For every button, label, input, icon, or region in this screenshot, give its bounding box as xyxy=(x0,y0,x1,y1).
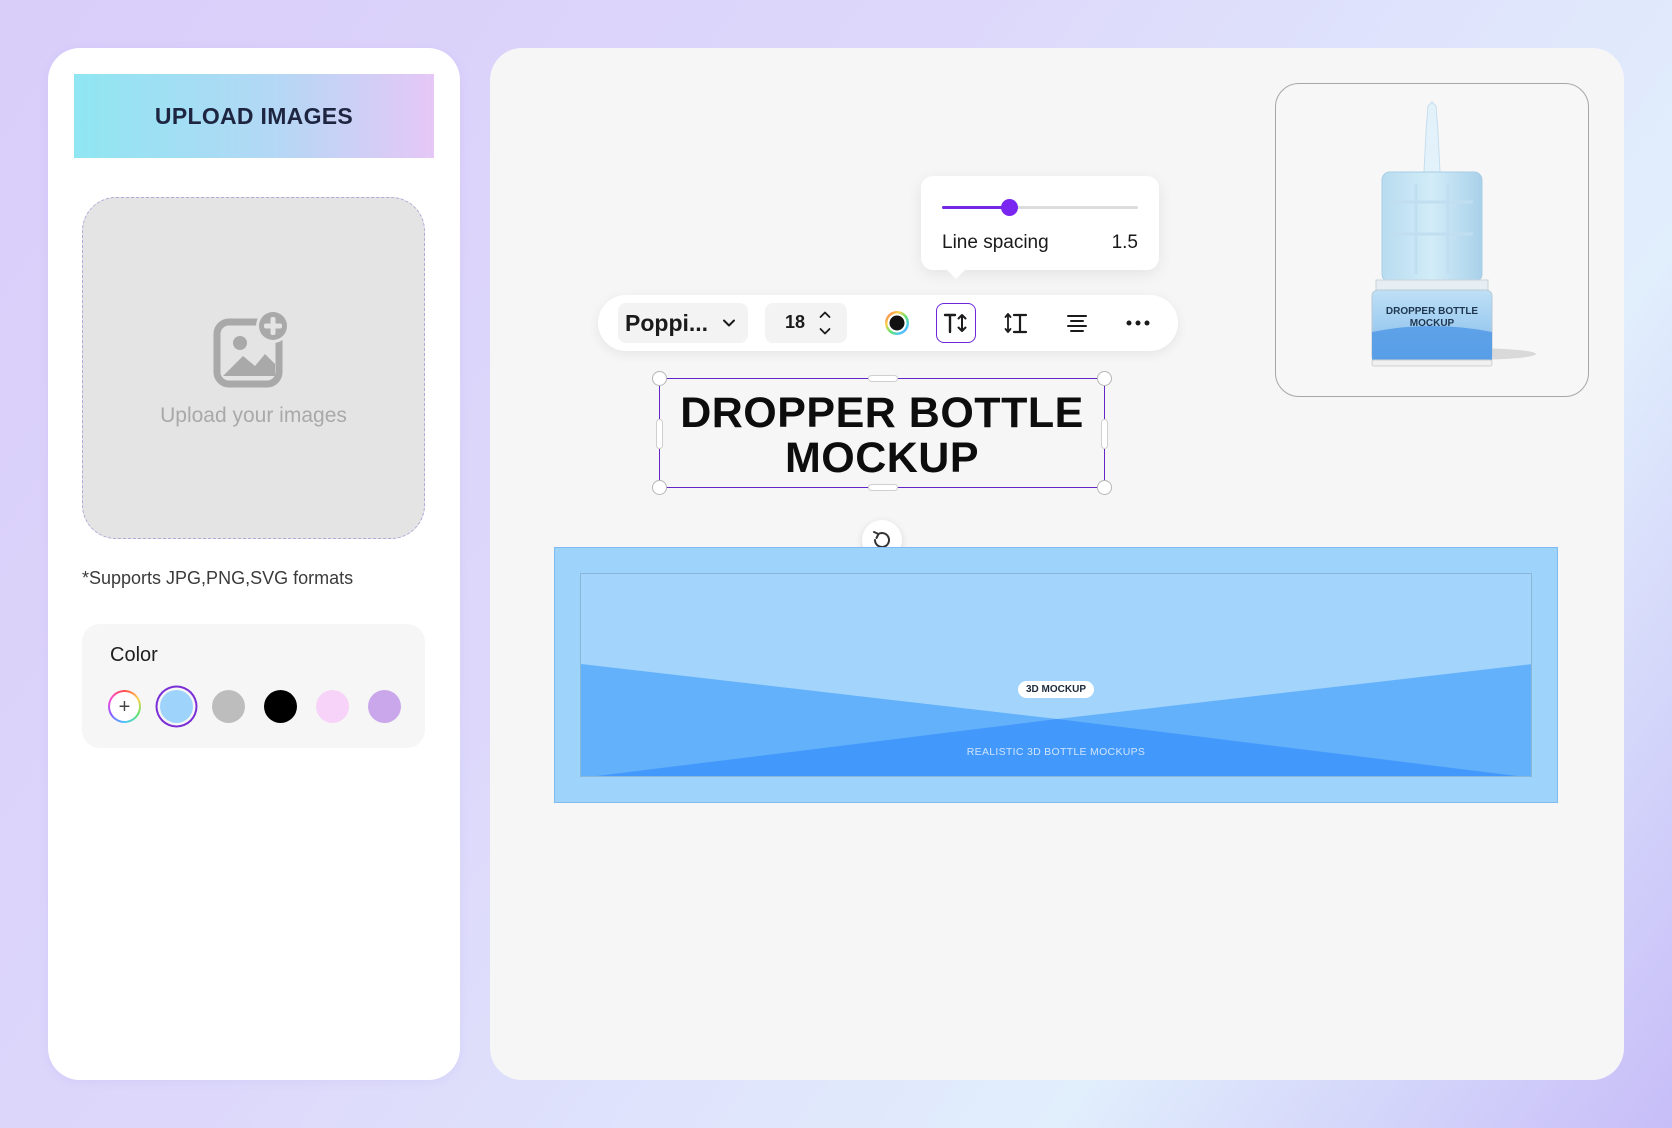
canvas-title-line1: DROPPER BOTTLE xyxy=(680,389,1084,437)
line-spacing-slider-fill xyxy=(942,206,1009,209)
selected-text-box[interactable]: DROPPER BOTTLE MOCKUP xyxy=(652,371,1112,495)
banner-inner-frame: 3D MOCKUP REALISTIC 3D BOTTLE MOCKUPS xyxy=(580,573,1532,777)
canvas-title-line2: MOCKUP xyxy=(784,434,980,482)
more-options-button[interactable] xyxy=(1118,303,1158,343)
swatch-light-pink[interactable] xyxy=(316,690,349,723)
resize-handle-top[interactable] xyxy=(868,375,898,382)
resize-handle-left[interactable] xyxy=(656,419,663,449)
canvas-title-text[interactable]: DROPPER BOTTLE MOCKUP xyxy=(660,391,1104,481)
add-image-icon xyxy=(213,309,290,388)
upload-images-header[interactable]: UPLOAD IMAGES xyxy=(74,74,434,158)
line-spacing-popover: Line spacing 1.5 xyxy=(921,176,1159,279)
font-size-stepper-icon[interactable] xyxy=(818,309,832,337)
banner-caption: REALISTIC 3D BOTTLE MOCKUPS xyxy=(966,746,1146,758)
color-card: Color + xyxy=(82,624,425,748)
plus-icon: + xyxy=(118,695,131,718)
dropzone-text: Upload your images xyxy=(160,404,347,427)
color-title: Color xyxy=(110,644,158,666)
swatch-gray[interactable] xyxy=(212,690,245,723)
swatch-black[interactable] xyxy=(264,690,297,723)
line-height-button[interactable] xyxy=(996,303,1036,343)
upload-images-title: UPLOAD IMAGES xyxy=(154,102,354,129)
font-size-input[interactable]: 18 xyxy=(765,303,847,343)
text-color-button[interactable] xyxy=(877,303,917,343)
font-family-dropdown[interactable]: Poppi... xyxy=(618,303,748,343)
font-family-value: Poppi... xyxy=(625,309,709,336)
banner-badge: 3D MOCKUP xyxy=(1017,681,1095,698)
resize-handle-bottom-left[interactable] xyxy=(652,480,667,495)
line-spacing-value: 1.5 xyxy=(1111,232,1138,253)
image-dropzone[interactable]: Upload your images xyxy=(82,197,425,539)
swatch-lavender[interactable] xyxy=(368,690,401,723)
color-swatches: + xyxy=(108,690,401,723)
resize-handle-right[interactable] xyxy=(1101,419,1108,449)
text-size-icon xyxy=(943,313,967,334)
left-panel: UPLOAD IMAGES Upload your images *Suppor… xyxy=(48,48,460,1080)
resize-handle-bottom[interactable] xyxy=(868,484,898,491)
line-spacing-slider[interactable] xyxy=(942,199,1138,216)
color-picker-icon xyxy=(885,311,909,335)
text-toolbar: Poppi... 18 xyxy=(598,295,1178,351)
resize-handle-top-right[interactable] xyxy=(1097,371,1112,386)
dropper-bottle-image: DROPPER BOTTLE MOCKUP xyxy=(1371,101,1536,367)
font-size-value: 18 xyxy=(785,312,806,332)
line-spacing-label: Line spacing xyxy=(942,232,1049,253)
bottle-label-line2: MOCKUP xyxy=(1410,318,1455,329)
chevron-down-icon xyxy=(723,319,735,327)
mockup-banner[interactable]: 3D MOCKUP REALISTIC 3D BOTTLE MOCKUPS xyxy=(554,547,1558,803)
line-spacing-slider-thumb[interactable] xyxy=(1000,199,1018,216)
text-size-button[interactable] xyxy=(936,303,976,343)
supported-formats-note: *Supports JPG,PNG,SVG formats xyxy=(82,568,354,588)
resize-handle-top-left[interactable] xyxy=(652,371,667,386)
bottle-label-line1: DROPPER BOTTLE xyxy=(1386,306,1479,317)
add-color-swatch[interactable]: + xyxy=(108,690,141,723)
design-canvas: DROPPER BOTTLE MOCKUP Line spacing 1.5 P… xyxy=(490,48,1624,1080)
line-height-icon xyxy=(1004,313,1028,334)
align-center-icon xyxy=(1067,315,1087,332)
resize-handle-bottom-right[interactable] xyxy=(1097,480,1112,495)
more-options-icon xyxy=(1126,320,1150,326)
swatch-light-blue[interactable] xyxy=(160,690,193,723)
bottle-preview-thumbnail[interactable]: DROPPER BOTTLE MOCKUP xyxy=(1275,83,1589,397)
text-align-button[interactable] xyxy=(1057,303,1097,343)
